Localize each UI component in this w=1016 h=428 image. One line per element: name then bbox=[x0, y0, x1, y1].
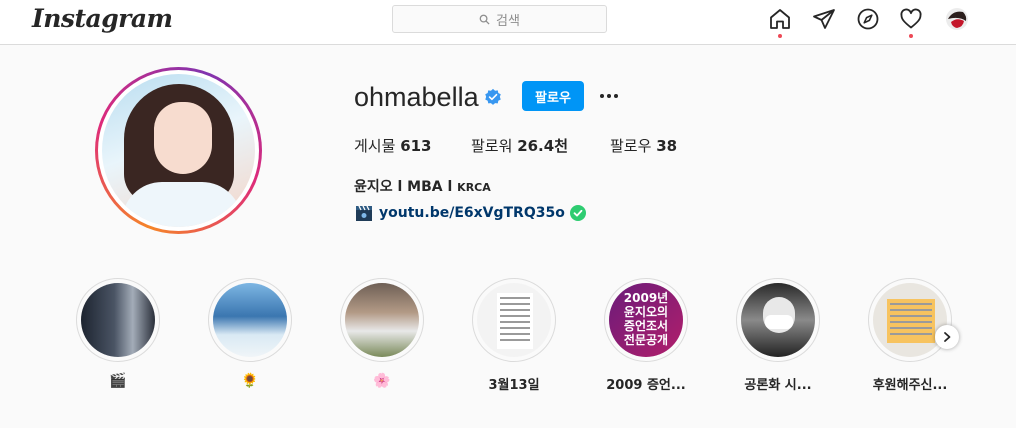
clapperboard-emoji-icon bbox=[356, 205, 372, 221]
profile-username: ohmabella bbox=[354, 82, 479, 112]
highlights-next-button[interactable] bbox=[935, 325, 959, 349]
posts-count: 게시물 613 bbox=[354, 137, 432, 155]
notification-dot bbox=[909, 34, 913, 38]
highlight-label: 🌻 bbox=[241, 373, 259, 389]
highlight-label: 후원해주신... bbox=[872, 378, 948, 393]
explore-icon[interactable] bbox=[855, 6, 881, 32]
highlight-cover: 2009년 윤지오의 증언조서 전문공개 bbox=[609, 283, 683, 357]
profile-full-name: 윤지오 l MBA l KRCA bbox=[354, 179, 491, 195]
follow-button[interactable]: 팔로우 bbox=[522, 81, 584, 111]
highlight-item[interactable]: 🌻 bbox=[208, 278, 292, 390]
chevron-right-icon bbox=[944, 332, 951, 342]
highlight-label: 2009 증언... bbox=[606, 378, 686, 393]
check-mark-icon bbox=[569, 205, 586, 221]
bio-link[interactable]: youtu.be/E6xVgTRQ35o bbox=[379, 205, 565, 221]
highlight-cover bbox=[873, 283, 947, 357]
highlight-item[interactable]: 3월13일 bbox=[472, 278, 556, 393]
following-count[interactable]: 팔로우 38 bbox=[610, 135, 677, 156]
verified-badge-icon bbox=[485, 88, 501, 105]
highlight-cover bbox=[345, 283, 419, 357]
top-navigation: Instagram 검색 bbox=[0, 0, 1016, 45]
bio-link-row: youtu.be/E6xVgTRQ35o bbox=[354, 204, 586, 222]
instagram-logo[interactable]: Instagram bbox=[32, 4, 173, 33]
highlight-cover bbox=[741, 283, 815, 357]
profile-photo bbox=[102, 74, 255, 227]
highlight-item[interactable]: 2009년 윤지오의 증언조서 전문공개 2009 증언... bbox=[604, 278, 688, 393]
search-input[interactable]: 검색 bbox=[392, 5, 607, 33]
highlight-item[interactable]: 공론화 시... bbox=[736, 278, 820, 393]
more-options-icon[interactable] bbox=[597, 86, 621, 106]
home-icon[interactable] bbox=[767, 6, 793, 38]
activity-heart-icon[interactable] bbox=[898, 6, 924, 38]
highlight-label: 3월13일 bbox=[488, 378, 540, 393]
highlight-cover bbox=[213, 283, 287, 357]
highlight-cover bbox=[477, 283, 551, 357]
search-placeholder: 검색 bbox=[496, 13, 520, 29]
notification-dot bbox=[778, 34, 782, 38]
highlight-item[interactable]: 🎬 bbox=[76, 278, 160, 390]
highlight-item[interactable]: 🌸 bbox=[340, 278, 424, 390]
profile-avatar-icon[interactable] bbox=[944, 6, 970, 32]
highlight-cover bbox=[81, 283, 155, 357]
profile-picture[interactable] bbox=[95, 67, 262, 234]
search-icon bbox=[479, 14, 490, 25]
direct-message-icon[interactable] bbox=[811, 6, 837, 32]
followers-count[interactable]: 팔로워 26.4천 bbox=[471, 135, 568, 156]
highlight-label: 공론화 시... bbox=[744, 378, 812, 393]
highlight-label: 🎬 bbox=[109, 373, 127, 389]
highlight-label: 🌸 bbox=[373, 373, 391, 389]
